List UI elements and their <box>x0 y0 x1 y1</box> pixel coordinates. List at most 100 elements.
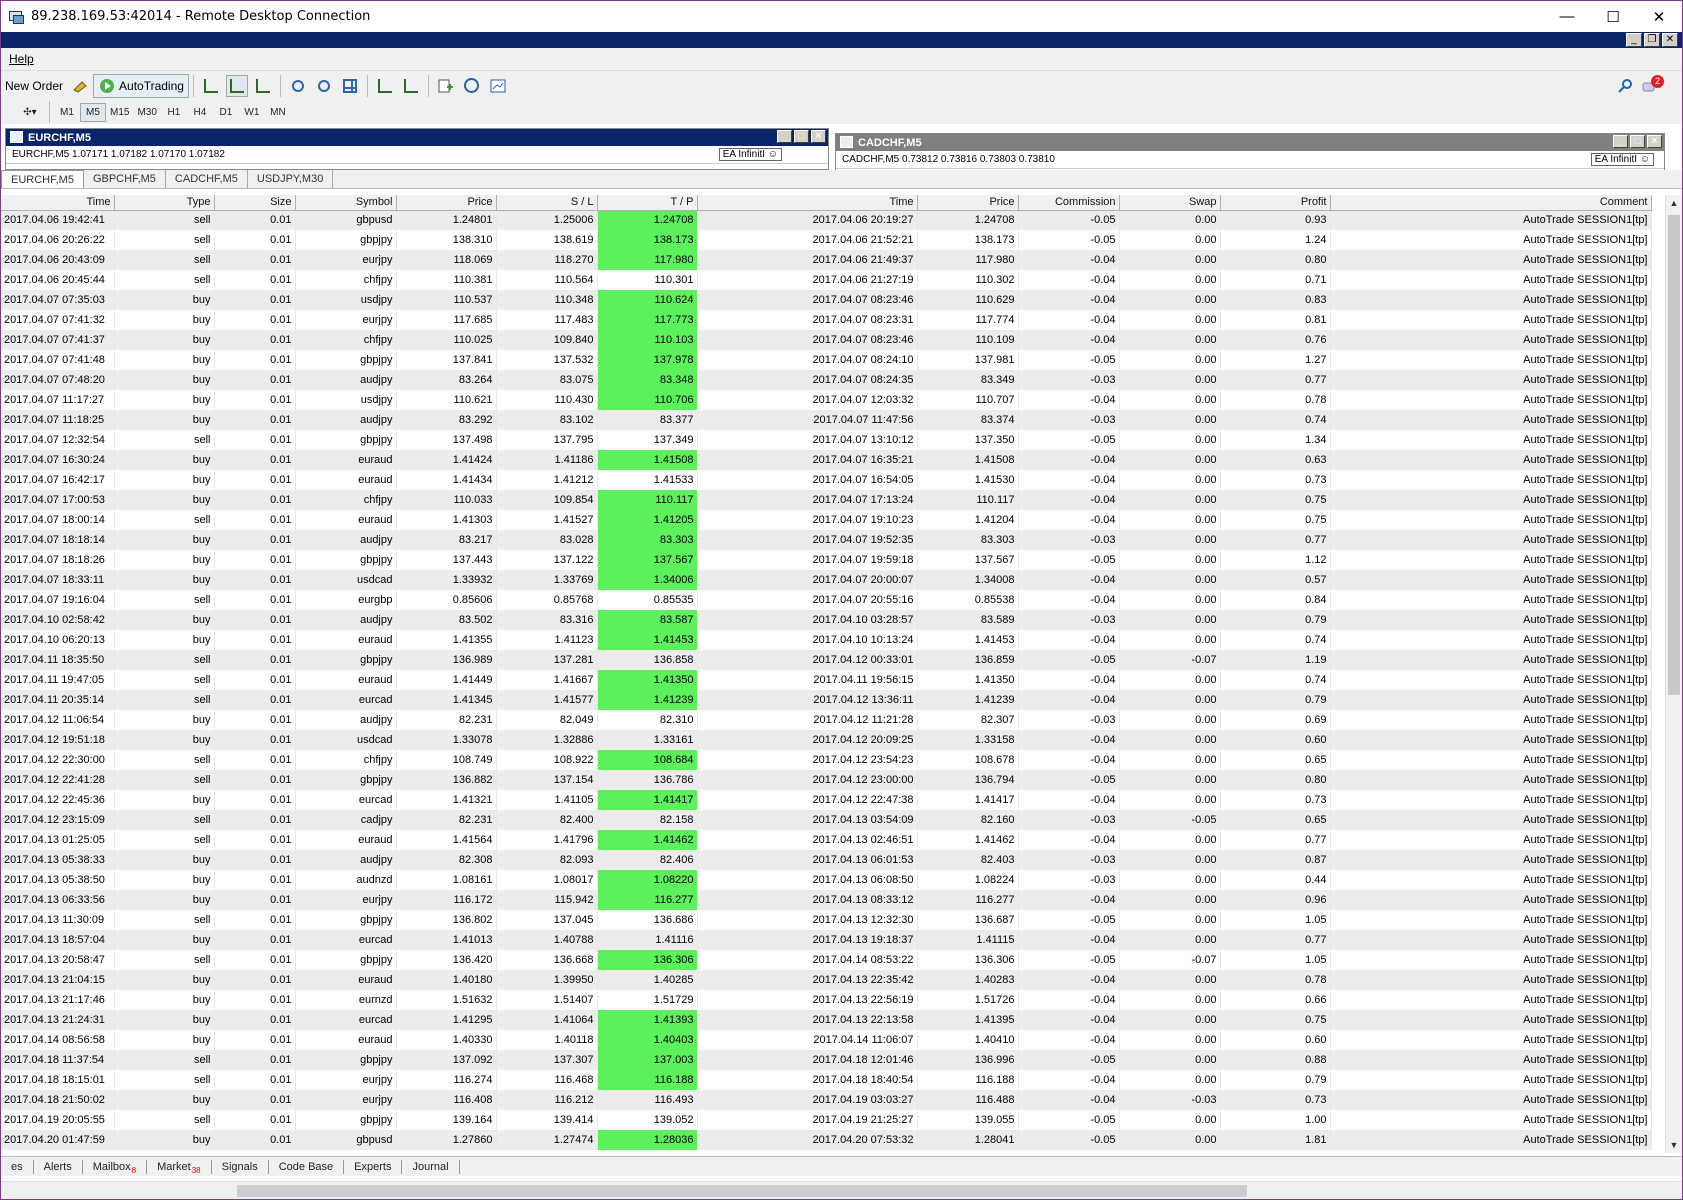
chart-window-eurchf[interactable]: EURCHF,M5 _ □ ✕ EURCHF,M5 1.07171 1.0718… <box>5 128 829 170</box>
chart-tab[interactable]: EURCHF,M5 <box>1 170 84 188</box>
timeframe-m5[interactable]: M5 <box>80 102 106 122</box>
column-header[interactable]: Symbol <box>295 195 397 211</box>
table-row[interactable]: 2017.04.19 20:05:55 sell 0.01 gbpjpy 139.164… <box>1 1110 1652 1130</box>
timeframe-h1[interactable]: H1 <box>161 103 187 122</box>
table-row[interactable]: 2017.04.07 18:18:26 buy 0.01 gbpjpy 137.443 1… <box>1 550 1652 570</box>
table-row[interactable]: 2017.04.11 20:35:14 sell 0.01 eurcad 1.41345… <box>1 690 1652 710</box>
minimize-button[interactable]: — <box>1544 1 1590 32</box>
chart-shift-icon[interactable] <box>374 75 396 97</box>
table-row[interactable]: 2017.04.13 05:38:50 buy 0.01 audnzd 1.08161 1… <box>1 870 1652 890</box>
maximize-button[interactable]: ☐ <box>1590 1 1636 32</box>
table-row[interactable]: 2017.04.07 18:00:14 sell 0.01 euraud 1.41303… <box>1 510 1652 530</box>
column-header[interactable]: Commission <box>1018 195 1120 211</box>
table-row[interactable]: 2017.04.12 23:15:09 sell 0.01 cadjpy 82.231 8… <box>1 810 1652 830</box>
mdi-restore-button[interactable]: ❐ <box>1644 33 1660 47</box>
notifications-icon[interactable]: 2 <box>1640 74 1664 97</box>
bottom-tab[interactable]: Experts <box>344 1159 403 1174</box>
hscroll-thumb[interactable] <box>237 1185 1247 1197</box>
timeframe-mn[interactable]: MN <box>265 103 291 122</box>
chart-maximize-button[interactable]: □ <box>794 130 809 143</box>
column-header[interactable]: Price <box>917 195 1019 211</box>
bottom-tab[interactable]: es <box>1 1159 34 1174</box>
line-chart-icon[interactable] <box>252 75 274 97</box>
column-header[interactable]: Time <box>1 195 115 211</box>
bottom-tab[interactable]: Signals <box>212 1159 269 1174</box>
table-row[interactable]: 2017.04.07 07:35:03 buy 0.01 usdjpy 110.537 1… <box>1 290 1652 310</box>
table-row[interactable]: 2017.04.07 16:30:24 buy 0.01 euraud 1.41424 1… <box>1 450 1652 470</box>
timeframe-m30[interactable]: M30 <box>133 103 160 122</box>
timeframe-w1[interactable]: W1 <box>239 103 265 122</box>
table-row[interactable]: 2017.04.07 11:17:27 buy 0.01 usdjpy 110.621 1… <box>1 390 1652 410</box>
mdi-minimize-button[interactable]: _ <box>1626 33 1642 47</box>
chart-close-button[interactable]: ✕ <box>1647 135 1662 148</box>
table-row[interactable]: 2017.04.18 21:50:02 buy 0.01 eurjpy 116.408 1… <box>1 1090 1652 1110</box>
table-row[interactable]: 2017.04.13 21:24:31 buy 0.01 eurcad 1.41295 1… <box>1 1010 1652 1030</box>
table-row[interactable]: 2017.04.12 11:06:54 buy 0.01 audjpy 82.231 82… <box>1 710 1652 730</box>
chart-maximize-button[interactable]: □ <box>1630 135 1645 148</box>
column-header[interactable]: Swap <box>1119 195 1221 211</box>
table-row[interactable]: 2017.04.11 18:35:50 sell 0.01 gbpjpy 136.989… <box>1 650 1652 670</box>
table-row[interactable]: 2017.04.06 20:43:09 sell 0.01 eurjpy 118.069… <box>1 250 1652 270</box>
table-row[interactable]: 2017.04.07 16:42:17 buy 0.01 euraud 1.41434 1… <box>1 470 1652 490</box>
table-row[interactable]: 2017.04.07 18:33:11 buy 0.01 usdcad 1.33932 1… <box>1 570 1652 590</box>
column-header[interactable]: Type <box>114 195 215 211</box>
column-header[interactable]: T / P <box>597 195 698 211</box>
bottom-tab[interactable]: Market 38 <box>147 1159 212 1175</box>
table-row[interactable]: 2017.04.06 19:42:41 sell 0.01 gbpusd 1.24801… <box>1 210 1652 230</box>
chart-tab[interactable]: GBPCHF,M5 <box>84 170 166 188</box>
mdi-close-button[interactable]: ✕ <box>1662 33 1678 47</box>
zoom-out-icon[interactable] <box>313 75 335 97</box>
table-row[interactable]: 2017.04.07 12:32:54 sell 0.01 gbpjpy 137.498… <box>1 430 1652 450</box>
timeframe-d1[interactable]: D1 <box>213 103 239 122</box>
table-row[interactable]: 2017.04.13 21:04:15 buy 0.01 euraud 1.40180 1… <box>1 970 1652 990</box>
search-icon[interactable] <box>1614 75 1636 97</box>
periods-clock-icon[interactable] <box>461 75 483 97</box>
chart-tab[interactable]: USDJPY,M30 <box>248 170 334 188</box>
chart-minimize-button[interactable]: _ <box>777 130 792 143</box>
table-row[interactable]: 2017.04.13 21:17:46 buy 0.01 eurnzd 1.51632 1… <box>1 990 1652 1010</box>
table-row[interactable]: 2017.04.10 06:20:13 buy 0.01 euraud 1.41355 1… <box>1 630 1652 650</box>
indicators-icon[interactable] <box>435 75 457 97</box>
table-row[interactable]: 2017.04.07 07:48:20 buy 0.01 audjpy 83.264 83… <box>1 370 1652 390</box>
expert-advisor-label[interactable]: EA InfinitI ☺ <box>1590 153 1654 166</box>
new-order-button[interactable]: New Order <box>1 74 67 98</box>
bottom-tab[interactable]: Journal <box>402 1159 460 1174</box>
chart-minimize-button[interactable]: _ <box>1613 135 1628 148</box>
metaeditor-icon[interactable] <box>69 75 91 97</box>
candlestick-icon[interactable] <box>225 74 248 97</box>
bottom-tab[interactable]: Code Base <box>269 1159 345 1174</box>
crosshair-tool-icon[interactable]: ✣▾ <box>15 103 45 122</box>
table-row[interactable]: 2017.04.12 19:51:18 buy 0.01 usdcad 1.33078 1… <box>1 730 1652 750</box>
table-row[interactable]: 2017.04.13 05:38:33 buy 0.01 audjpy 82.308 82… <box>1 850 1652 870</box>
chart-window-cadchf[interactable]: CADCHF,M5 _ □ ✕ CADCHF,M5 0.73812 0.7381… <box>835 133 1665 175</box>
table-row[interactable]: 2017.04.13 20:58:47 sell 0.01 gbpjpy 136.420… <box>1 950 1652 970</box>
table-row[interactable]: 2017.04.07 07:41:32 buy 0.01 eurjpy 117.685 1… <box>1 310 1652 330</box>
table-row[interactable]: 2017.04.07 11:18:25 buy 0.01 audjpy 83.292 83… <box>1 410 1652 430</box>
vertical-scrollbar[interactable]: ▲ ▼ <box>1665 195 1682 1153</box>
column-header[interactable]: Size <box>214 195 296 211</box>
column-header[interactable]: Comment <box>1330 195 1652 211</box>
bottom-tab[interactable]: Mailbox 8 <box>83 1159 148 1175</box>
timeframe-m15[interactable]: M15 <box>106 103 133 122</box>
table-row[interactable]: 2017.04.12 22:45:36 buy 0.01 eurcad 1.41321 1… <box>1 790 1652 810</box>
auto-scroll-icon[interactable] <box>400 75 422 97</box>
column-header[interactable]: Time <box>697 195 918 211</box>
horizontal-scrollbar[interactable] <box>1 1181 1682 1199</box>
chart-tab[interactable]: CADCHF,M5 <box>166 170 248 188</box>
scroll-up-arrow[interactable]: ▲ <box>1666 195 1682 211</box>
table-row[interactable]: 2017.04.14 08:56:58 buy 0.01 euraud 1.40330 1… <box>1 1030 1652 1050</box>
bottom-tab[interactable]: Alerts <box>34 1159 83 1174</box>
table-row[interactable]: 2017.04.20 01:47:59 buy 0.01 gbpusd 1.27860 1… <box>1 1130 1652 1150</box>
timeframe-m1[interactable]: M1 <box>54 103 80 122</box>
table-row[interactable]: 2017.04.07 19:16:04 sell 0.01 eurgbp 0.85606… <box>1 590 1652 610</box>
table-row[interactable]: 2017.04.13 01:25:05 sell 0.01 euraud 1.41564… <box>1 830 1652 850</box>
autotrading-button[interactable]: AutoTrading <box>93 73 189 98</box>
table-row[interactable]: 2017.04.07 17:00:53 buy 0.01 chfjpy 110.033 1… <box>1 490 1652 510</box>
table-row[interactable]: 2017.04.06 20:45:44 sell 0.01 chfjpy 110.381… <box>1 270 1652 290</box>
table-row[interactable]: 2017.04.18 18:15:01 sell 0.01 eurjpy 116.274… <box>1 1070 1652 1090</box>
table-row[interactable]: 2017.04.06 20:26:22 sell 0.01 gbpjpy 138.310… <box>1 230 1652 250</box>
chart-close-button[interactable]: ✕ <box>811 130 826 143</box>
timeframe-h4[interactable]: H4 <box>187 103 213 122</box>
column-header[interactable]: Profit <box>1220 195 1331 211</box>
table-row[interactable]: 2017.04.13 11:30:09 sell 0.01 gbpjpy 136.802… <box>1 910 1652 930</box>
